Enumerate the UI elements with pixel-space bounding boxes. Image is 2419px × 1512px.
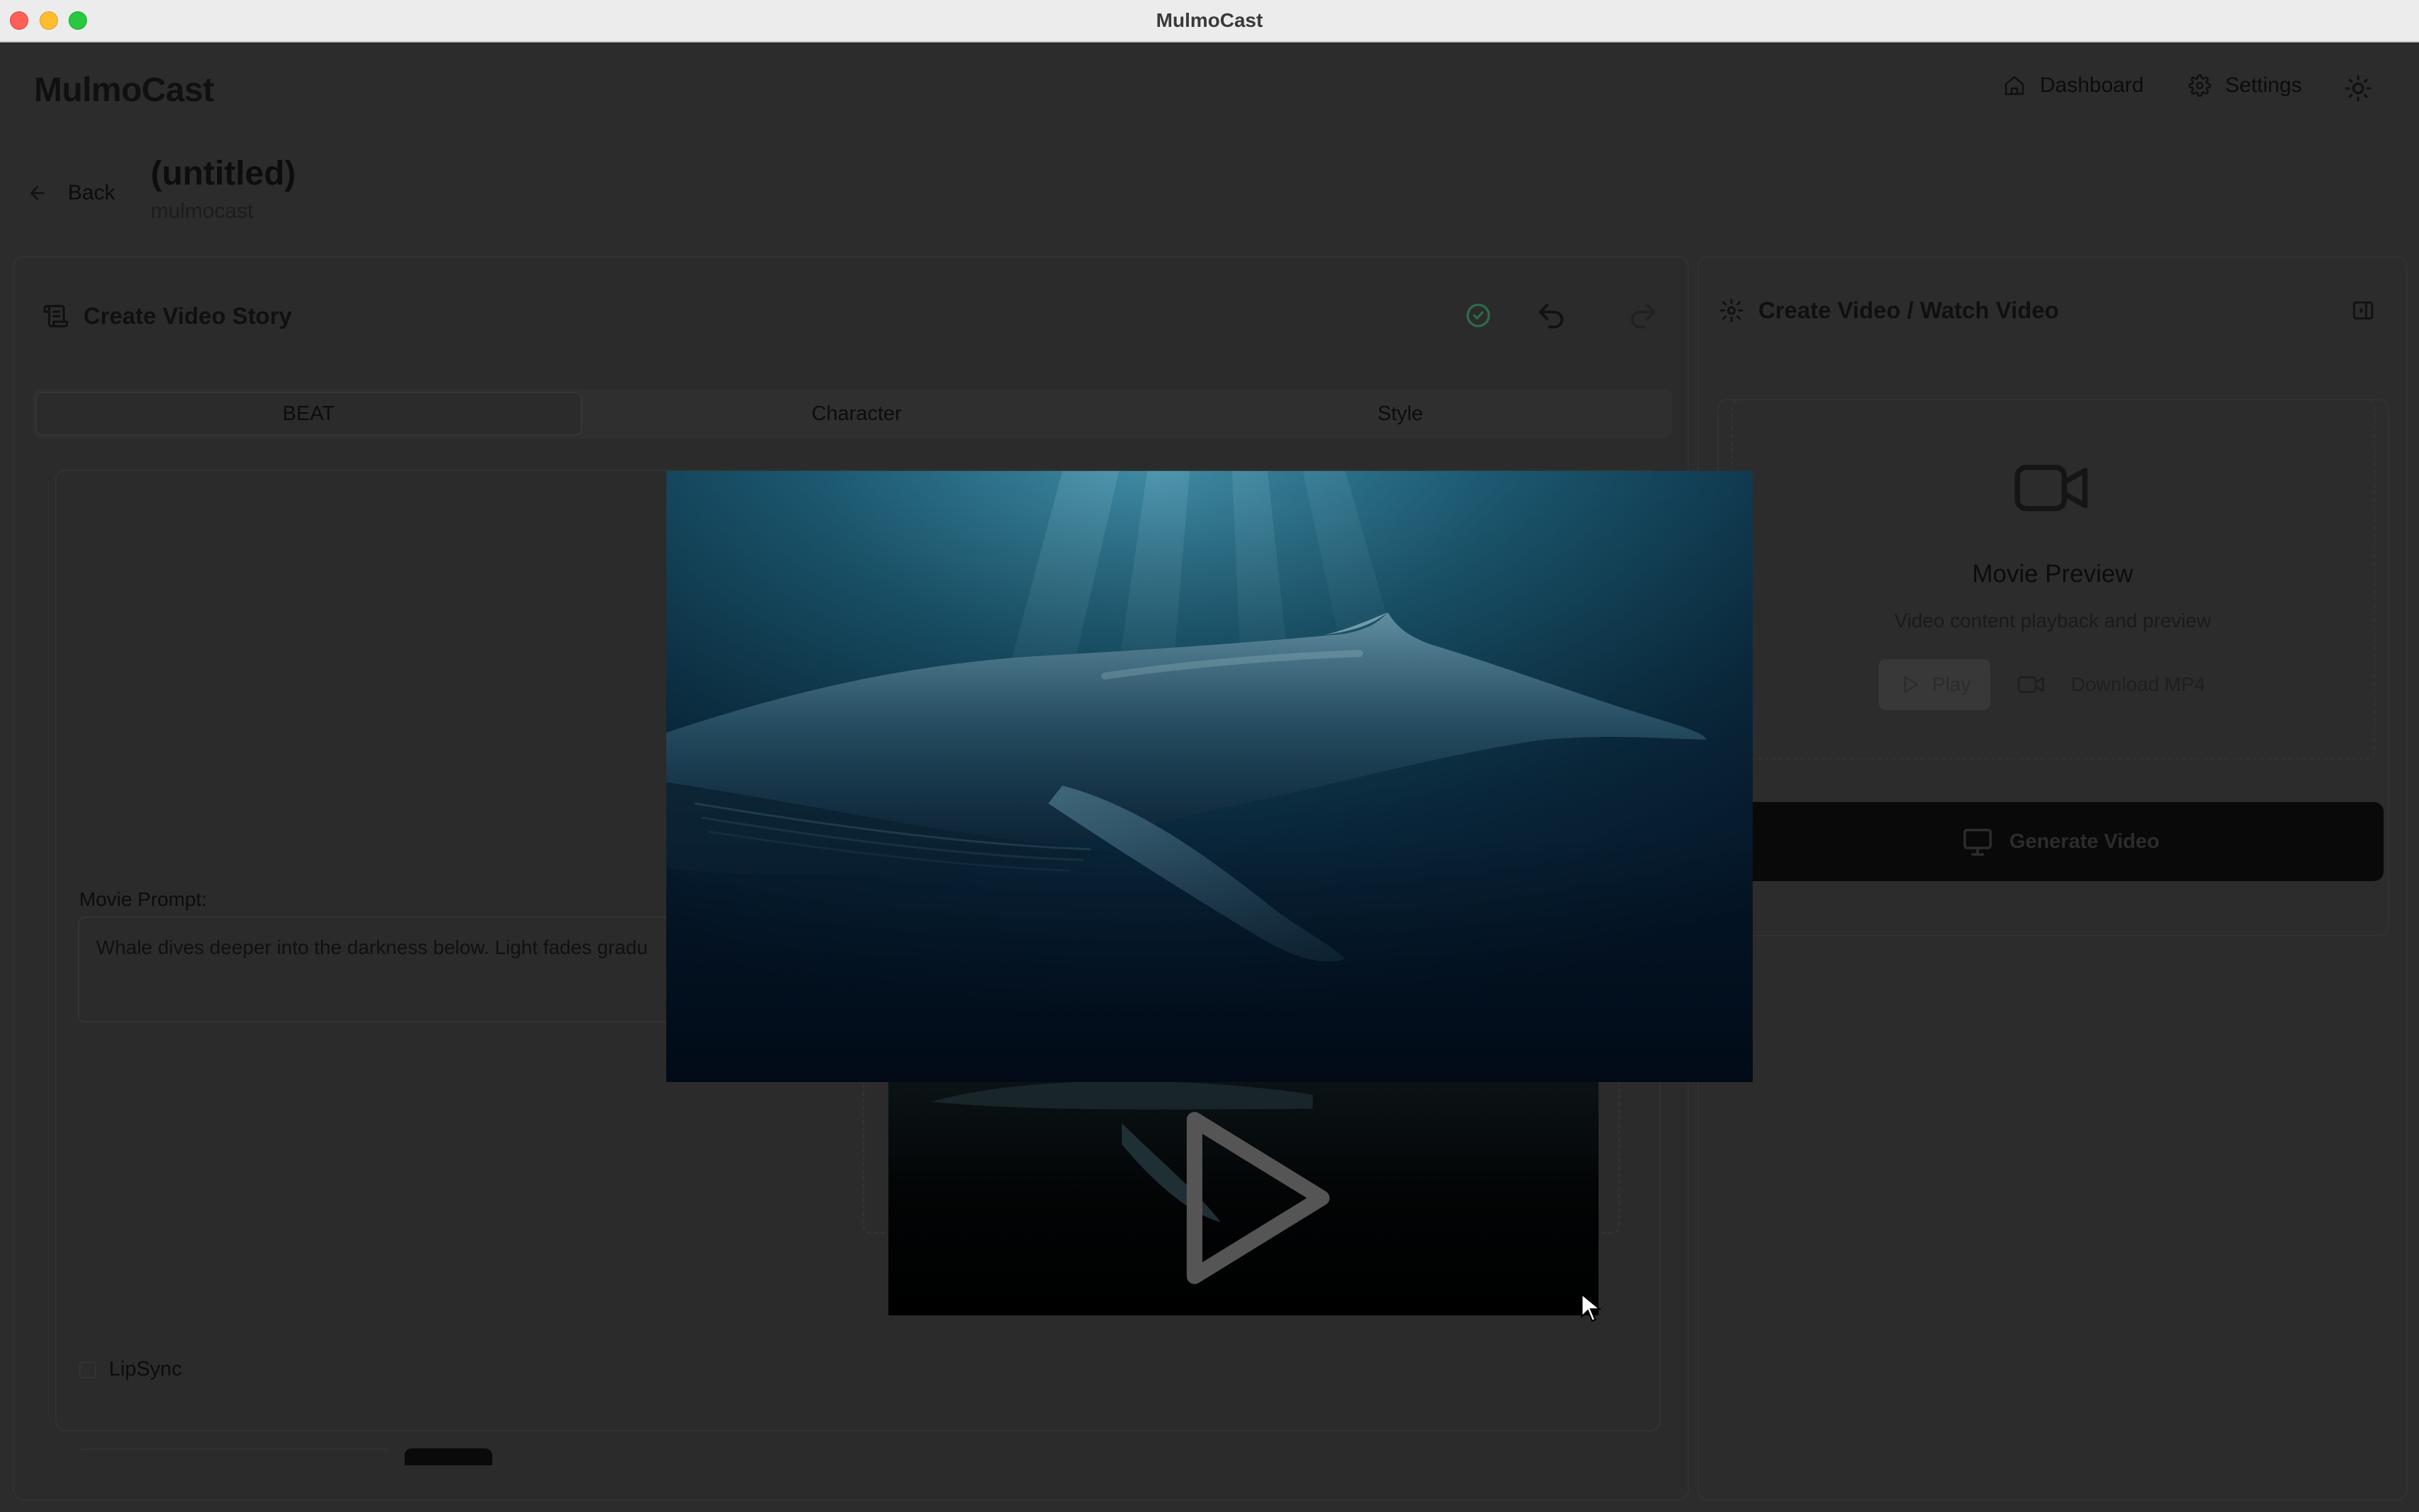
title-bar: MulmoCast <box>0 0 2419 42</box>
beat-video-player[interactable] <box>888 1081 1599 1315</box>
tab-character[interactable]: Character <box>585 389 1129 438</box>
tab-beat[interactable]: BEAT <box>35 392 582 436</box>
lipsync-checkbox[interactable] <box>79 1361 96 1378</box>
scroll-icon <box>43 305 69 327</box>
back-label: Back <box>68 181 115 204</box>
app-logo[interactable]: MulmoCast <box>34 71 214 110</box>
project-title: (untitled) <box>151 155 296 192</box>
beat-action-primary-button[interactable] <box>405 1448 492 1465</box>
nav-dashboard-link[interactable]: Dashboard <box>2003 74 2144 98</box>
app-header: MulmoCast Dashboard Settings <box>0 42 2419 134</box>
movie-preview-title: Movie Preview <box>1972 560 2133 588</box>
video-camera-icon <box>2014 465 2088 511</box>
video-camera-icon <box>2017 676 2044 693</box>
mouse-cursor-icon <box>1581 1293 1601 1322</box>
play-button[interactable]: Play <box>1879 659 1990 710</box>
window-title: MulmoCast <box>1156 9 1263 31</box>
nav-dashboard-label: Dashboard <box>2040 74 2144 97</box>
editor-panel-title: Create Video Story <box>83 303 292 329</box>
movie-prompt-label: Movie Prompt: <box>79 888 207 910</box>
app-window: MulmoCast MulmoCast Dashboard Settings B… <box>0 0 2419 1512</box>
download-mp4-button[interactable]: Download MP4 <box>2017 659 2205 710</box>
nav-settings-label: Settings <box>2225 74 2302 97</box>
monitor-icon <box>1963 828 1992 856</box>
editor-tabs: BEAT Character Style <box>33 389 1672 438</box>
gear-icon <box>2188 74 2211 97</box>
back-button[interactable]: Back <box>27 181 115 205</box>
preview-panel-header: Create Video / Watch Video <box>1719 297 2059 324</box>
panel-collapse-icon[interactable] <box>2351 298 2375 322</box>
tab-style[interactable]: Style <box>1128 389 1672 438</box>
project-subtitle: mulmocast <box>151 199 254 223</box>
play-icon <box>1903 676 1918 693</box>
editor-panel-header: Create Video Story <box>42 303 292 330</box>
image-preview-overlay[interactable] <box>666 471 1753 1082</box>
play-button-label: Play <box>1932 673 1971 695</box>
redo-icon[interactable] <box>1627 300 1659 332</box>
movie-preview-subtitle: Video content playback and preview <box>1894 610 2211 632</box>
preview-panel-title: Create Video / Watch Video <box>1758 297 2059 323</box>
home-icon <box>2005 76 2024 95</box>
download-mp4-label: Download MP4 <box>2071 673 2205 695</box>
nav-settings-link[interactable]: Settings <box>2188 74 2302 98</box>
generate-video-label: Generate Video <box>2009 830 2160 853</box>
lipsync-label: LipSync <box>109 1358 182 1380</box>
gear-icon <box>1719 298 1744 322</box>
play-icon[interactable] <box>888 1081 1599 1315</box>
beat-action-outline-button[interactable] <box>78 1448 389 1465</box>
generate-video-button[interactable]: Generate Video <box>1737 802 2384 881</box>
lipsync-option[interactable]: LipSync <box>79 1358 182 1381</box>
undo-icon[interactable] <box>1535 300 1567 332</box>
sun-icon[interactable] <box>2344 74 2372 103</box>
check-circle-icon <box>1466 303 1490 327</box>
arrow-left-icon <box>30 186 45 200</box>
whale-image <box>666 471 1753 1082</box>
